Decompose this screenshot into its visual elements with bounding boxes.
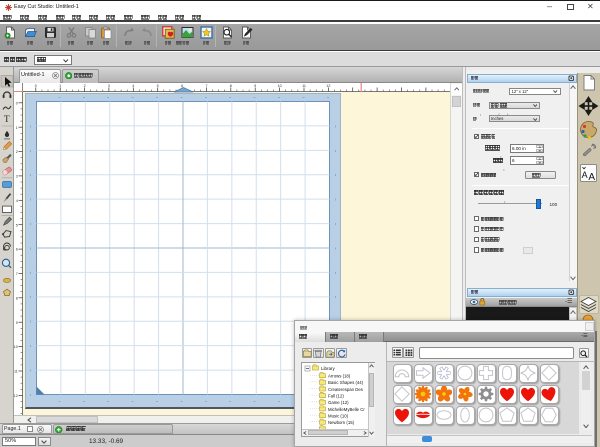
svg-text:10: 10 [278, 84, 282, 88]
svg-text:1: 1 [16, 126, 18, 130]
svg-text:4: 4 [16, 199, 18, 203]
svg-text:4: 4 [132, 84, 134, 88]
svg-text:11: 11 [302, 84, 306, 88]
svg-text:0: 0 [16, 101, 18, 105]
svg-text:Game (12): Game (12) [328, 400, 349, 405]
svg-text:1: 1 [59, 84, 61, 88]
svg-text:10: 10 [14, 345, 18, 349]
svg-text:MichelleMyBelle Cr: MichelleMyBelle Cr [328, 407, 365, 412]
svg-text:Fall (12): Fall (12) [328, 394, 344, 399]
svg-text:Createrespan Des: Createrespan Des [328, 387, 363, 392]
svg-text:9: 9 [16, 321, 18, 325]
svg-text:Library: Library [321, 366, 336, 371]
svg-text:0: 0 [35, 84, 37, 88]
svg-text:A: A [588, 172, 595, 183]
svg-text:6: 6 [16, 248, 18, 252]
svg-text:8: 8 [230, 84, 232, 88]
svg-text:T: T [4, 114, 10, 124]
svg-text:Newborn (15): Newborn (15) [328, 420, 355, 425]
svg-text:11: 11 [14, 370, 18, 374]
svg-text:A: A [582, 170, 588, 180]
svg-text:Basic Shapes (44): Basic Shapes (44) [328, 380, 364, 385]
svg-text:5: 5 [157, 84, 159, 88]
svg-text:3: 3 [16, 175, 18, 179]
svg-text:Arrows (18): Arrows (18) [328, 374, 351, 379]
svg-text:7: 7 [16, 272, 18, 276]
svg-text:5: 5 [16, 223, 18, 227]
svg-text:12: 12 [14, 394, 18, 398]
svg-text:12: 12 [326, 84, 330, 88]
svg-text:2: 2 [84, 84, 86, 88]
svg-text:8: 8 [16, 296, 18, 300]
svg-text:2: 2 [16, 150, 18, 154]
svg-text:Music (10): Music (10) [328, 413, 349, 418]
svg-text:9: 9 [254, 84, 256, 88]
svg-text:7: 7 [205, 84, 207, 88]
svg-text:3: 3 [108, 84, 110, 88]
